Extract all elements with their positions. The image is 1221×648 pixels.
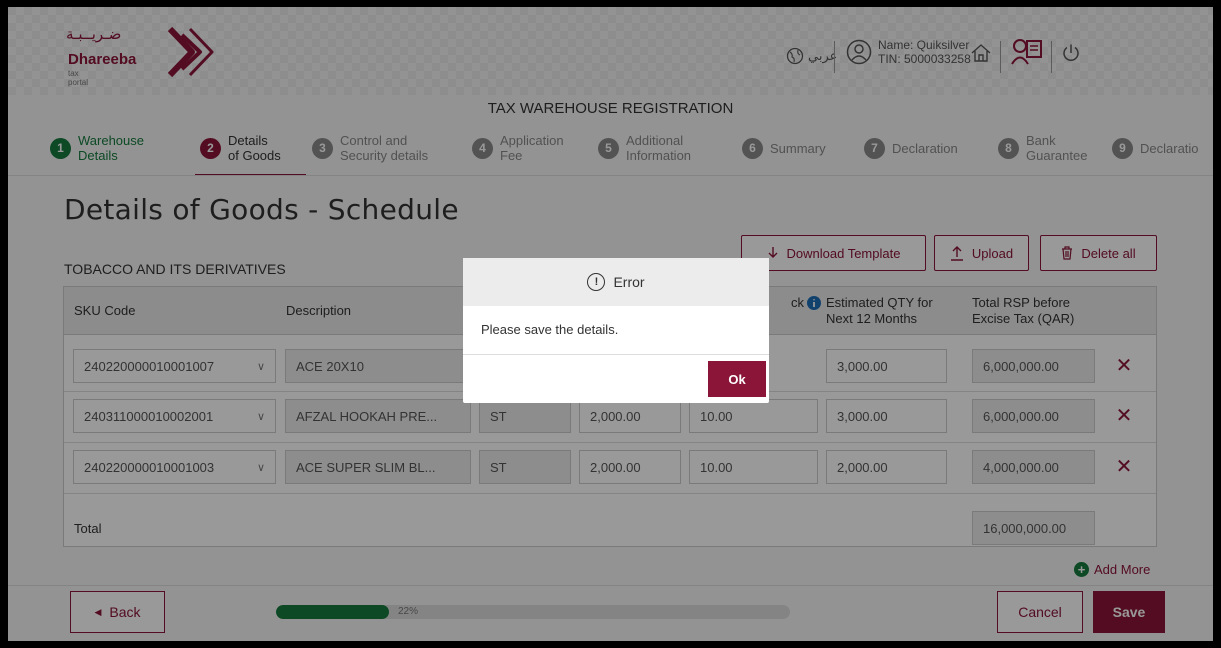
ok-button[interactable]: Ok (708, 361, 766, 397)
app-window: ضـريــبـة Dhareeba tax portal عربي Name:… (8, 7, 1213, 641)
error-dialog-title: Error (613, 274, 645, 290)
error-dialog-header: ! Error (463, 258, 769, 306)
error-dialog-message: Please save the details. (481, 322, 619, 337)
divider (463, 354, 769, 355)
alert-icon: ! (587, 273, 606, 291)
error-dialog: ! Error Please save the details. Ok (463, 258, 769, 403)
